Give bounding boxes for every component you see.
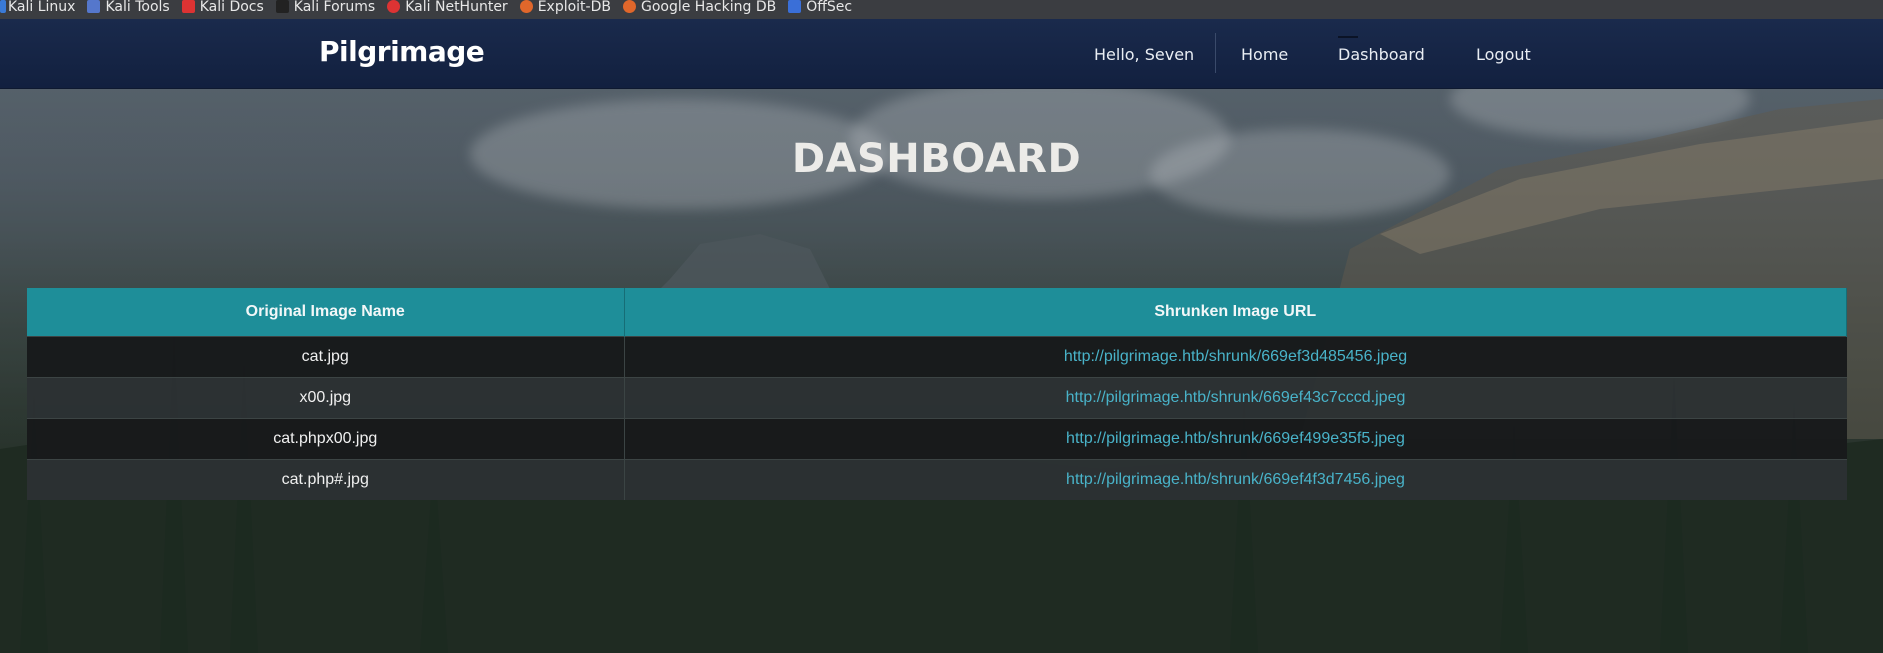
table-row: cat.jpg http://pilgrimage.htb/shrunk/669… [27, 335, 1847, 377]
user-greeting: Hello, Seven [1094, 45, 1195, 64]
bookmark-exploit-db[interactable]: Exploit-DB [519, 0, 611, 15]
shrunken-image-link[interactable]: http://pilgrimage.htb/shrunk/669ef43c7cc… [1066, 389, 1406, 406]
active-indicator [1338, 36, 1358, 38]
shrunken-image-link[interactable]: http://pilgrimage.htb/shrunk/669ef499e35… [1066, 430, 1405, 447]
kali-icon [0, 0, 6, 13]
original-image-name: cat.jpg [27, 335, 625, 377]
bookmark-google-hacking-db[interactable]: Google Hacking DB [622, 0, 776, 15]
page-title: DASHBOARD [791, 136, 1082, 182]
exploitdb-icon [519, 0, 533, 13]
bookmark-kali-linux[interactable]: Kali Linux [0, 0, 75, 15]
header-shrunken-image-url: Shrunken Image URL [624, 288, 1847, 336]
kali-tools-icon [87, 0, 101, 13]
original-image-name: cat.php#.jpg [27, 458, 625, 500]
header-original-image-name: Original Image Name [27, 288, 625, 336]
bookmarks-bar: Kali Linux Kali Tools Kali Docs Kali For… [0, 0, 1883, 19]
images-table: Original Image Name Shrunken Image URL c… [27, 288, 1847, 500]
shrunken-url-cell: http://pilgrimage.htb/shrunk/669ef43c7cc… [624, 376, 1847, 418]
nethunter-icon [387, 0, 401, 13]
shrunken-image-link[interactable]: http://pilgrimage.htb/shrunk/669ef3d4854… [1064, 348, 1407, 365]
table-header-row: Original Image Name Shrunken Image URL [27, 288, 1847, 336]
table-row: cat.phpx00.jpg http://pilgrimage.htb/shr… [27, 417, 1847, 459]
shrunken-url-cell: http://pilgrimage.htb/shrunk/669ef499e35… [624, 417, 1847, 459]
bookmark-kali-forums[interactable]: Kali Forums [275, 0, 375, 15]
shrunken-url-cell: http://pilgrimage.htb/shrunk/669ef3d4854… [624, 335, 1847, 377]
nav-logout-link[interactable]: Logout [1476, 45, 1531, 64]
offsec-icon [788, 0, 802, 13]
shrunken-image-link[interactable]: http://pilgrimage.htb/shrunk/669ef4f3d74… [1066, 471, 1405, 488]
table-row: cat.php#.jpg http://pilgrimage.htb/shrun… [27, 458, 1847, 500]
kali-forums-icon [275, 0, 289, 13]
brand-logo[interactable]: Pilgrimage [319, 35, 485, 68]
bookmark-kali-tools[interactable]: Kali Tools [87, 0, 170, 15]
kali-docs-icon [181, 0, 195, 13]
bookmark-kali-docs[interactable]: Kali Docs [181, 0, 264, 15]
nav-home-link[interactable]: Home [1241, 45, 1288, 64]
original-image-name: x00.jpg [27, 376, 625, 418]
nav-divider [1215, 33, 1216, 73]
bookmark-kali-nethunter[interactable]: Kali NetHunter [387, 0, 508, 15]
ghdb-icon [622, 0, 636, 13]
bookmark-offsec[interactable]: OffSec [788, 0, 852, 15]
original-image-name: cat.phpx00.jpg [27, 417, 625, 459]
shrunken-url-cell: http://pilgrimage.htb/shrunk/669ef4f3d74… [624, 458, 1847, 500]
nav-dashboard-link[interactable]: Dashboard [1338, 45, 1425, 64]
table-row: x00.jpg http://pilgrimage.htb/shrunk/669… [27, 376, 1847, 418]
top-navbar: Pilgrimage Hello, Seven Home Dashboard L… [0, 19, 1883, 89]
